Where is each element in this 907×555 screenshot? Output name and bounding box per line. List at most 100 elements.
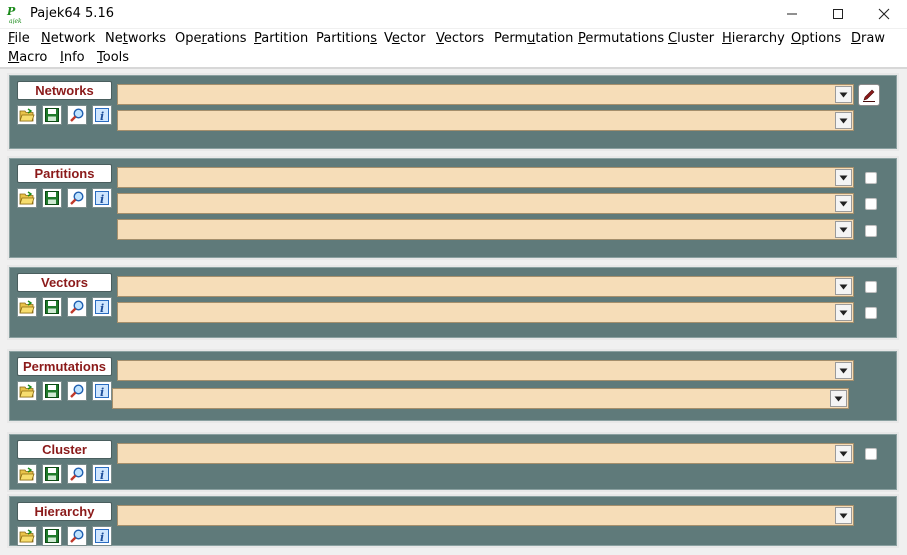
svg-text:i: i bbox=[100, 302, 104, 315]
partitions-open-folder-button[interactable] bbox=[17, 188, 37, 208]
cluster-label[interactable]: Cluster bbox=[17, 440, 112, 459]
dropdown-arrow-button[interactable] bbox=[835, 112, 852, 129]
vectors-checkbox-2[interactable] bbox=[865, 307, 877, 319]
menu-bar: File Network Networks Operations Partition Pa… bbox=[0, 29, 907, 67]
main-panels: Networks i Partitions i Vectors i Permutations… bbox=[0, 67, 907, 555]
menu-tools[interactable]: Tools bbox=[97, 50, 129, 65]
cluster-save-disk-button[interactable] bbox=[42, 464, 62, 484]
permutations-save-disk-button[interactable] bbox=[42, 381, 62, 401]
hierarchy-save-disk-button[interactable] bbox=[42, 526, 62, 546]
hierarchy-open-folder-button[interactable] bbox=[17, 526, 37, 546]
permutations-magnifier-button[interactable] bbox=[67, 381, 87, 401]
dropdown-arrow-button[interactable] bbox=[835, 195, 852, 212]
close-button[interactable] bbox=[861, 0, 907, 28]
partitions-select-1[interactable] bbox=[117, 167, 854, 188]
vectors-magnifier-button[interactable] bbox=[67, 297, 87, 317]
dropdown-arrow-button[interactable] bbox=[830, 390, 847, 407]
partitions-label[interactable]: Partitions bbox=[17, 164, 112, 183]
vectors-select-2[interactable] bbox=[117, 302, 854, 323]
menu-cluster[interactable]: Cluster bbox=[668, 31, 714, 46]
hierarchy-select-1[interactable] bbox=[117, 505, 854, 526]
chevron-down-icon bbox=[839, 451, 848, 456]
menu-operations[interactable]: Operations bbox=[175, 31, 247, 46]
menu-partitions[interactable]: Partitions bbox=[316, 31, 377, 46]
vectors-label[interactable]: Vectors bbox=[17, 273, 112, 292]
vectors-info-button[interactable]: i bbox=[92, 297, 112, 317]
permutations-info-button[interactable]: i bbox=[92, 381, 112, 401]
dropdown-arrow-button[interactable] bbox=[835, 362, 852, 379]
menu-permutations[interactable]: Permutations bbox=[578, 31, 664, 46]
partitions-checkbox-1[interactable] bbox=[865, 172, 877, 184]
info-icon: i bbox=[94, 383, 110, 399]
networks-open-folder-button[interactable] bbox=[17, 105, 37, 125]
hierarchy-info-button[interactable]: i bbox=[92, 526, 112, 546]
permutations-select-2[interactable] bbox=[112, 388, 849, 409]
menu-macro[interactable]: Macro bbox=[8, 50, 47, 65]
save-disk-icon bbox=[44, 466, 60, 482]
vectors-open-folder-button[interactable] bbox=[17, 297, 37, 317]
open-folder-icon bbox=[19, 383, 35, 399]
networks-select-1[interactable] bbox=[117, 84, 854, 105]
maximize-button[interactable] bbox=[815, 0, 861, 28]
svg-text:i: i bbox=[100, 531, 104, 544]
partitions-magnifier-button[interactable] bbox=[67, 188, 87, 208]
networks-label[interactable]: Networks bbox=[17, 81, 112, 100]
dropdown-arrow-button[interactable] bbox=[835, 445, 852, 462]
magnifier-icon bbox=[69, 299, 85, 315]
dropdown-arrow-button[interactable] bbox=[835, 278, 852, 295]
menu-network[interactable]: Network bbox=[41, 31, 95, 46]
networks-save-disk-button[interactable] bbox=[42, 105, 62, 125]
pajek-window: P ajek Pajek64 5.16 File Network Networks O… bbox=[0, 0, 907, 555]
permutations-toolbar: i bbox=[17, 381, 112, 401]
partitions-checkbox-3[interactable] bbox=[865, 225, 877, 237]
cluster-select-1[interactable] bbox=[117, 443, 854, 464]
hierarchy-magnifier-button[interactable] bbox=[67, 526, 87, 546]
magnifier-icon bbox=[69, 528, 85, 544]
chevron-down-icon bbox=[839, 118, 848, 123]
magnifier-icon bbox=[69, 383, 85, 399]
dropdown-arrow-button[interactable] bbox=[835, 507, 852, 524]
partitions-save-disk-button[interactable] bbox=[42, 188, 62, 208]
magnifier-icon bbox=[69, 107, 85, 123]
permutations-label[interactable]: Permutations bbox=[17, 357, 112, 376]
menu-options[interactable]: Options bbox=[791, 31, 841, 46]
permutations-select-1[interactable] bbox=[117, 360, 854, 381]
menu-partition[interactable]: Partition bbox=[254, 31, 308, 46]
partitions-select-3[interactable] bbox=[117, 219, 854, 240]
hierarchy-label[interactable]: Hierarchy bbox=[17, 502, 112, 521]
dropdown-arrow-button[interactable] bbox=[835, 221, 852, 238]
vectors-save-disk-button[interactable] bbox=[42, 297, 62, 317]
networks-magnifier-button[interactable] bbox=[67, 105, 87, 125]
cluster-checkbox-1[interactable] bbox=[865, 448, 877, 460]
info-icon: i bbox=[94, 466, 110, 482]
menu-hierarchy[interactable]: Hierarchy bbox=[722, 31, 785, 46]
networks-edit-button[interactable] bbox=[858, 84, 880, 106]
dropdown-arrow-button[interactable] bbox=[835, 169, 852, 186]
menu-vectors[interactable]: Vectors bbox=[436, 31, 484, 46]
menu-vector[interactable]: Vector bbox=[384, 31, 425, 46]
menu-file[interactable]: File bbox=[8, 31, 30, 46]
svg-text:i: i bbox=[100, 110, 104, 123]
permutations-open-folder-button[interactable] bbox=[17, 381, 37, 401]
networks-info-button[interactable]: i bbox=[92, 105, 112, 125]
vectors-select-1[interactable] bbox=[117, 276, 854, 297]
menu-draw[interactable]: Draw bbox=[851, 31, 885, 46]
svg-text:i: i bbox=[100, 386, 104, 399]
chevron-down-icon bbox=[839, 368, 848, 373]
networks-select-2[interactable] bbox=[117, 110, 854, 131]
info-icon: i bbox=[94, 528, 110, 544]
cluster-info-button[interactable]: i bbox=[92, 464, 112, 484]
menu-networks[interactable]: Networks bbox=[105, 31, 166, 46]
dropdown-arrow-button[interactable] bbox=[835, 86, 852, 103]
partitions-select-2[interactable] bbox=[117, 193, 854, 214]
partitions-checkbox-2[interactable] bbox=[865, 198, 877, 210]
menu-info[interactable]: Info bbox=[60, 50, 85, 65]
minimize-button[interactable] bbox=[769, 0, 815, 28]
partitions-info-button[interactable]: i bbox=[92, 188, 112, 208]
dropdown-arrow-button[interactable] bbox=[835, 304, 852, 321]
vectors-checkbox-1[interactable] bbox=[865, 281, 877, 293]
svg-text:ajek: ajek bbox=[9, 18, 22, 24]
cluster-open-folder-button[interactable] bbox=[17, 464, 37, 484]
menu-permutation[interactable]: Permutation bbox=[494, 31, 573, 46]
cluster-magnifier-button[interactable] bbox=[67, 464, 87, 484]
